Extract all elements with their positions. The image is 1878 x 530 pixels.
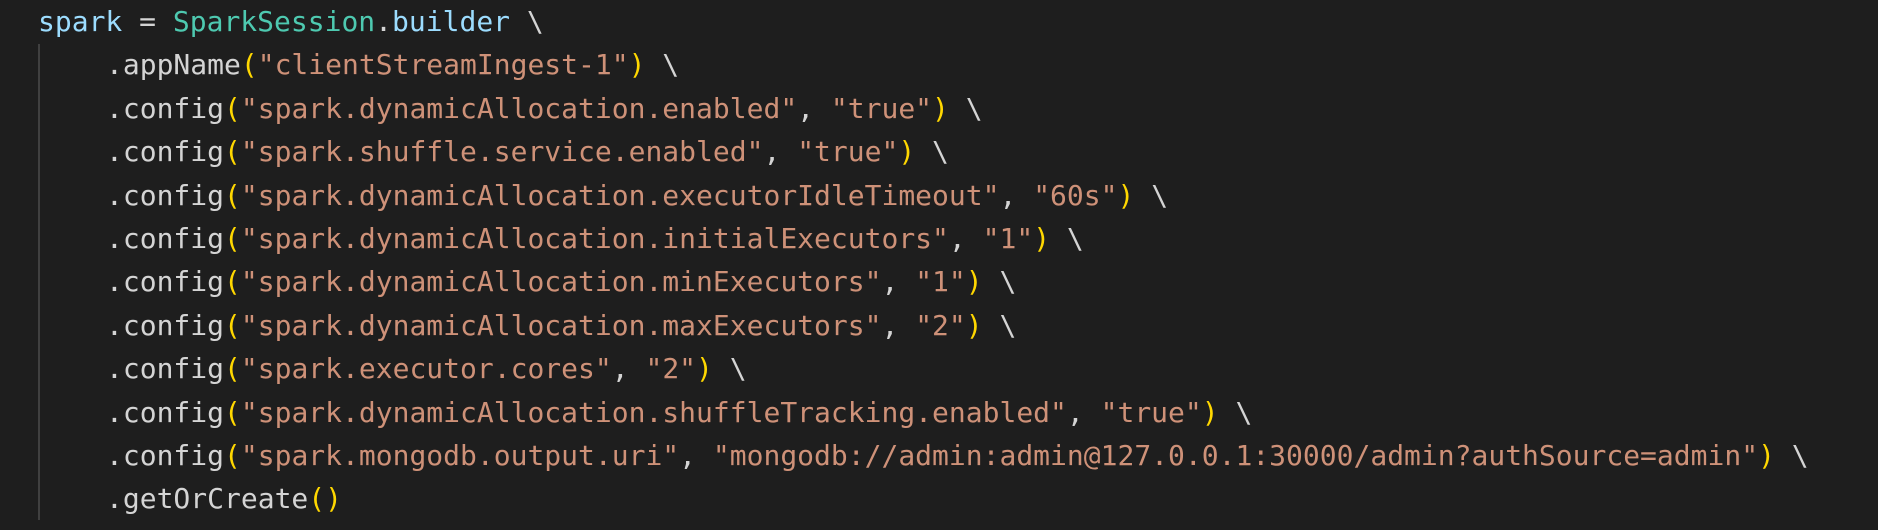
separator-token: ,: [679, 439, 713, 472]
open-paren-token: (: [224, 222, 241, 255]
close-paren-token: ): [932, 91, 949, 125]
code-line[interactable]: .config("spark.dynamicAllocation.executo…: [106, 174, 1168, 218]
dot-token: .: [375, 5, 393, 38]
method-token: .config: [106, 265, 225, 299]
close-paren-token: ): [696, 352, 713, 386]
variable-token: spark: [38, 5, 123, 38]
code-line[interactable]: .config("spark.dynamicAllocation.maxExec…: [106, 304, 1016, 348]
separator-token: ,: [1066, 395, 1101, 429]
close-paren-token: ): [898, 135, 916, 169]
method-token: .getOrCreate: [106, 482, 309, 516]
string-arg-token: "spark.executor.cores": [240, 352, 612, 386]
open-paren-token: (: [308, 482, 326, 516]
close-paren-token: ): [1201, 395, 1219, 429]
code-line[interactable]: .config("spark.dynamicAllocation.minExec…: [106, 260, 1016, 304]
code-line[interactable]: .config("spark.dynamicAllocation.enabled…: [106, 87, 983, 131]
string-value-token: "2": [915, 308, 966, 342]
close-paren-token: ): [1117, 178, 1135, 212]
separator-token: ,: [948, 222, 983, 255]
indent-guide: [38, 44, 40, 520]
separator-token: ,: [763, 135, 798, 169]
close-paren-token: ): [628, 48, 646, 82]
method-token: .config: [106, 178, 225, 212]
code-line[interactable]: spark = SparkSession.builder \: [38, 0, 544, 44]
string-arg-token: "spark.dynamicAllocation.minExecutors": [240, 265, 882, 299]
continuation-token: \: [982, 265, 1017, 299]
string-value-token: "mongodb://admin:admin@127.0.0.1:30000/a…: [712, 439, 1759, 472]
separator-token: ,: [611, 352, 646, 386]
method-token: .config: [106, 395, 225, 429]
continuation-token: \: [1218, 395, 1253, 429]
continuation-token: \: [645, 48, 680, 82]
string-value-token: "1": [982, 222, 1034, 255]
string-arg-token: "spark.shuffle.service.enabled": [240, 135, 764, 169]
method-token: .config: [106, 135, 225, 169]
method-token: .config: [106, 439, 225, 472]
separator-token: ,: [797, 91, 831, 125]
close-paren-token: ): [965, 308, 983, 342]
code-line[interactable]: .config("spark.mongodb.output.uri", "mon…: [106, 434, 1809, 478]
string-arg-token: "spark.dynamicAllocation.enabled": [240, 91, 798, 125]
code-editor[interactable]: spark = SparkSession.builder \ .appName(…: [0, 0, 1878, 530]
open-paren-token: (: [224, 91, 241, 125]
code-line[interactable]: .getOrCreate(): [106, 477, 342, 521]
close-paren-token: ): [325, 482, 343, 516]
string-arg-token: "spark.dynamicAllocation.initialExecutor…: [240, 222, 949, 255]
class-token: SparkSession: [172, 5, 376, 38]
continuation-token: \: [982, 308, 1017, 342]
code-line[interactable]: .config("spark.executor.cores", "2") \: [106, 347, 747, 391]
separator-token: ,: [881, 265, 916, 299]
string-value-token: "true": [830, 91, 933, 125]
string-arg-token: "spark.dynamicAllocation.executorIdleTim…: [240, 178, 1000, 212]
continuation-token: \: [948, 91, 983, 125]
method-token: .config: [106, 308, 225, 342]
string-value-token: "60s": [1033, 178, 1118, 212]
string-arg-token: "spark.dynamicAllocation.shuffleTracking…: [240, 395, 1067, 429]
code-line[interactable]: .config("spark.dynamicAllocation.initial…: [106, 217, 1084, 261]
continuation-token: \: [915, 135, 949, 169]
string-arg-token: "spark.dynamicAllocation.maxExecutors": [240, 308, 882, 342]
close-paren-token: ): [965, 265, 983, 299]
string-value-token: "true": [1100, 395, 1202, 429]
close-paren-token: ): [1033, 222, 1051, 255]
open-paren-token: (: [224, 135, 241, 169]
continuation-token: \: [1774, 439, 1809, 472]
continuation-token: \: [1050, 222, 1084, 255]
code-line[interactable]: .appName("clientStreamIngest-1") \: [106, 43, 679, 87]
string-arg-token: "spark.mongodb.output.uri": [240, 439, 680, 472]
method-token: .config: [106, 91, 225, 125]
code-line[interactable]: .config("spark.shuffle.service.enabled",…: [106, 130, 949, 174]
open-paren-token: (: [224, 395, 241, 429]
string-value-token: "2": [645, 352, 697, 386]
string-value-token: "true": [797, 135, 899, 169]
continuation-token: \: [510, 5, 544, 38]
open-paren-token: (: [224, 352, 241, 386]
continuation-token: \: [1134, 178, 1169, 212]
method-token: .config: [106, 222, 225, 255]
open-paren-token: (: [224, 439, 241, 472]
open-paren-token: (: [224, 178, 241, 212]
open-paren-token: (: [240, 48, 258, 82]
open-paren-token: (: [224, 308, 241, 342]
continuation-token: \: [712, 352, 747, 386]
method-token: .appName: [106, 48, 241, 82]
string-arg-token: "clientStreamIngest-1": [257, 48, 629, 82]
separator-token: ,: [999, 178, 1034, 212]
operator-token: =: [122, 5, 173, 38]
property-token: builder: [392, 5, 511, 38]
string-value-token: "1": [915, 265, 966, 299]
method-token: .config: [106, 352, 225, 386]
code-line[interactable]: .config("spark.dynamicAllocation.shuffle…: [106, 391, 1252, 435]
separator-token: ,: [881, 308, 916, 342]
open-paren-token: (: [224, 265, 241, 299]
close-paren-token: ): [1758, 439, 1775, 472]
